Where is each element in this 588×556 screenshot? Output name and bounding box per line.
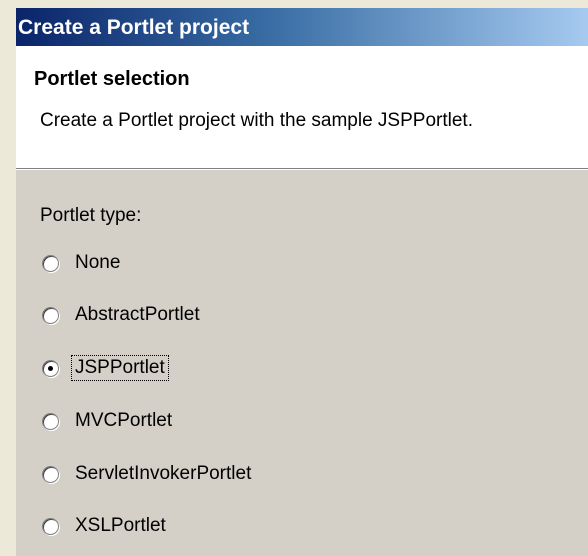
radio-label[interactable]: MVCPortlet bbox=[73, 410, 174, 432]
window-titlebar[interactable]: Create a Portlet project bbox=[16, 8, 588, 46]
window-frame-left bbox=[0, 0, 16, 556]
radio-label[interactable]: None bbox=[73, 252, 122, 274]
portlet-type-label: Portlet type: bbox=[40, 205, 142, 226]
radio-label[interactable]: XSLPortlet bbox=[73, 515, 168, 537]
wizard-page-title: Portlet selection bbox=[34, 68, 190, 90]
radio-label[interactable]: AbstractPortlet bbox=[73, 304, 202, 326]
radio-option-mvcportlet[interactable]: MVCPortlet bbox=[42, 406, 174, 436]
wizard-page-description: Create a Portlet project with the sample… bbox=[40, 110, 473, 131]
radio-button[interactable] bbox=[42, 465, 59, 483]
radio-label[interactable]: ServletInvokerPortlet bbox=[73, 463, 253, 485]
window-frame-top bbox=[0, 0, 588, 8]
radio-selected-dot bbox=[48, 365, 53, 371]
radio-option-jspportlet[interactable]: JSPPortlet bbox=[42, 353, 169, 383]
radio-option-servletinvokerportlet[interactable]: ServletInvokerPortlet bbox=[42, 459, 253, 489]
wizard-header: Portlet selection Create a Portlet proje… bbox=[16, 46, 588, 168]
radio-button[interactable] bbox=[42, 412, 59, 430]
radio-option-none[interactable]: None bbox=[42, 248, 122, 278]
radio-button[interactable] bbox=[42, 517, 59, 535]
radio-option-abstractportlet[interactable]: AbstractPortlet bbox=[42, 300, 202, 330]
window-title: Create a Portlet project bbox=[18, 16, 250, 39]
radio-button[interactable] bbox=[42, 306, 59, 324]
radio-label[interactable]: JSPPortlet bbox=[71, 355, 169, 381]
wizard-content: Portlet type: None AbstractPortlet JSPPo… bbox=[16, 170, 588, 556]
radio-button-selected[interactable] bbox=[42, 359, 59, 377]
radio-button[interactable] bbox=[42, 254, 59, 272]
radio-option-xslportlet[interactable]: XSLPortlet bbox=[42, 511, 168, 541]
